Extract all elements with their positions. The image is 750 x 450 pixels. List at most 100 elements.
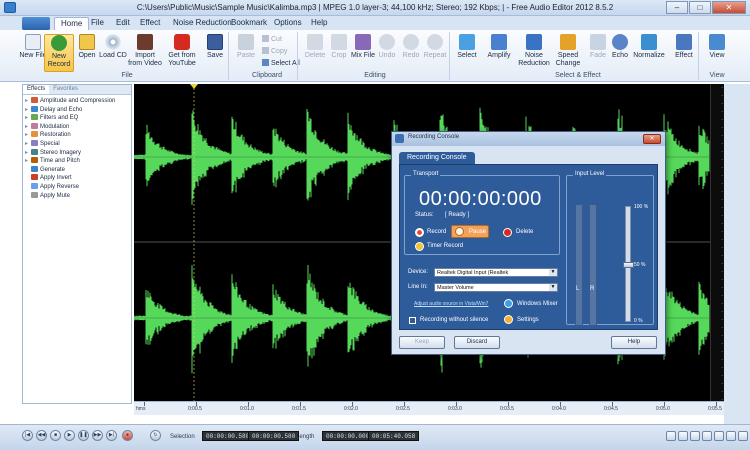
effect-item[interactable]: ▸ Special — [23, 139, 131, 149]
tab-edit[interactable]: Edit — [110, 17, 136, 30]
close-button[interactable]: ✕ — [712, 1, 746, 14]
pause-button[interactable]: ❚❚ — [78, 430, 89, 441]
tab-options[interactable]: Options — [268, 17, 308, 30]
view-button[interactable]: View — [702, 34, 732, 60]
scale-tick: - — [721, 260, 723, 265]
adjust-audio-source-link[interactable]: Adjust audio source in Vista/Win7 — [414, 301, 488, 307]
recording-without-silence-checkbox[interactable] — [409, 317, 416, 324]
import-from-video-button[interactable]: Import from Video — [128, 34, 162, 68]
tab-favorites[interactable]: Favorites — [49, 85, 82, 94]
effect-item[interactable]: Generate — [23, 165, 131, 175]
record-radio-icon[interactable] — [415, 228, 424, 237]
effect-icon — [31, 122, 38, 129]
input-level-slider[interactable] — [623, 206, 634, 322]
tab-help[interactable]: Help — [305, 17, 333, 30]
zoom-selection-icon[interactable] — [690, 431, 700, 441]
transport-status-bar: |◀ ◀◀ ■ ▶ ❚❚ ▶▶ ▶| ● ↻ Selection 00:00:0… — [0, 424, 750, 450]
cut-button[interactable]: Cut — [262, 35, 282, 44]
input-level-slider-knob[interactable] — [623, 262, 634, 268]
effect-item[interactable]: ▸ Modulation — [23, 122, 131, 132]
effect-item-label: Filters and EQ — [40, 115, 79, 122]
save-button[interactable]: Save — [200, 34, 230, 60]
device-select[interactable]: Realtek Digital Input (Realtek ▼ — [434, 268, 558, 277]
record-button[interactable]: ● — [122, 430, 133, 441]
pause-icon — [455, 227, 464, 236]
effect-item[interactable]: Apply Mute — [23, 191, 131, 201]
record-option[interactable]: Record — [427, 229, 446, 235]
effect-item[interactable]: ▸ Filters and EQ — [23, 114, 131, 123]
ruler-label: 0:02.5 — [396, 406, 410, 412]
zoom-in-icon[interactable] — [666, 431, 676, 441]
windows-mixer-link[interactable]: Windows Mixer — [517, 301, 558, 307]
zoom-out-icon[interactable] — [678, 431, 688, 441]
load-cd-button[interactable]: Load CD — [98, 34, 128, 60]
dialog-title-bar[interactable]: Recording Console ✕ — [392, 132, 665, 146]
settings-link[interactable]: Settings — [517, 317, 539, 323]
copy-button[interactable]: Copy — [262, 47, 287, 56]
help-button[interactable]: Help — [611, 336, 657, 349]
new-record-button[interactable]: New Record — [44, 34, 74, 72]
line-in-select[interactable]: Master Volume ▼ — [434, 283, 558, 292]
delete-option[interactable]: Delete — [516, 229, 533, 235]
tab-effect[interactable]: Effect — [134, 17, 166, 30]
paste-button[interactable]: Paste — [231, 34, 261, 60]
application-menu-button[interactable] — [22, 17, 50, 30]
zoom-full-icon[interactable] — [702, 431, 712, 441]
effect-button[interactable]: Effect — [669, 34, 699, 60]
dialog-close-button[interactable]: ✕ — [643, 134, 661, 144]
scale-tick: - — [721, 148, 723, 153]
effect-item[interactable]: Apply Invert — [23, 174, 131, 183]
speed-change-button[interactable]: Speed Change — [553, 34, 583, 68]
effect-item[interactable]: ▸ Stereo Imagery — [23, 148, 131, 158]
play-button[interactable]: ▶ — [64, 430, 75, 441]
cursor-marker[interactable] — [190, 84, 198, 89]
tab-file[interactable]: File — [85, 17, 110, 30]
zoom-vertical-out-icon[interactable] — [726, 431, 736, 441]
go-end-button[interactable]: ▶| — [106, 430, 117, 441]
rewind-button[interactable]: ◀◀ — [36, 430, 47, 441]
input-level-label: Input Level — [573, 171, 607, 177]
minimize-button[interactable]: – — [666, 1, 688, 14]
effect-item[interactable]: ▸ Amplitude and Compression — [23, 97, 131, 106]
repeat-button[interactable]: Repeat — [420, 34, 450, 60]
select-all-button[interactable]: Select All — [262, 59, 300, 68]
get-from-youtube-button[interactable]: Get from YouTube — [165, 34, 199, 68]
go-start-button[interactable]: |◀ — [22, 430, 33, 441]
keep-button[interactable]: Keep — [399, 336, 445, 349]
noise-reduction-button[interactable]: Noise Reduction — [516, 34, 552, 68]
pause-option-button[interactable]: Pause — [451, 225, 489, 238]
stop-button[interactable]: ■ — [50, 430, 61, 441]
tab-effects[interactable]: Effects — [23, 85, 50, 94]
gear-icon[interactable] — [504, 315, 513, 324]
scale-tick: - — [721, 172, 723, 177]
recording-console-tab[interactable]: Recording Console — [399, 152, 475, 164]
delete-x-icon[interactable] — [503, 228, 512, 237]
ruler-label: 0:05.5 — [708, 406, 722, 412]
zoom-vertical-in-icon[interactable] — [714, 431, 724, 441]
select-button[interactable]: Select — [452, 34, 482, 60]
maximize-button[interactable]: □ — [689, 1, 711, 14]
loop-button[interactable]: ↻ — [150, 430, 161, 441]
effect-item[interactable]: Apply Reverse — [23, 182, 131, 192]
timeline-ruler[interactable]: hms 0:00.5 0:01.0 0:01.5 0:02.0 0:02.5 0:03.0 0… — [134, 401, 724, 415]
effect-item[interactable]: ▸ Time and Pitch — [23, 157, 131, 166]
effects-list: ▸ Amplitude and Compression ▸ Delay and Ech… — [23, 95, 131, 200]
tab-bookmark[interactable]: Bookmark — [225, 17, 273, 30]
zoom-reset-icon[interactable] — [738, 431, 748, 441]
dialog-body: Transport 00:00:00:000 Status: [ Ready ]… — [399, 164, 658, 330]
windows-mixer-icon[interactable] — [504, 299, 513, 308]
timer-clock-icon[interactable] — [415, 242, 424, 251]
amplify-button[interactable]: Amplify — [484, 34, 514, 60]
youtube-icon — [174, 34, 190, 50]
normalize-button[interactable]: Normalize — [631, 34, 667, 60]
ruler-label: 0:04.5 — [604, 406, 618, 412]
timer-record-option[interactable]: Timer Record — [427, 243, 463, 249]
level-100-label: 100 % — [634, 204, 649, 210]
effect-item-label: Apply Reverse — [40, 183, 80, 190]
group-separator — [449, 32, 450, 80]
discard-button[interactable]: Discard — [454, 336, 500, 349]
effect-item[interactable]: ▸ Restoration — [23, 131, 131, 140]
effect-item[interactable]: ▸ Delay and Echo — [23, 105, 131, 115]
forward-button[interactable]: ▶▶ — [92, 430, 103, 441]
right-scroll-strip[interactable] — [724, 84, 750, 424]
